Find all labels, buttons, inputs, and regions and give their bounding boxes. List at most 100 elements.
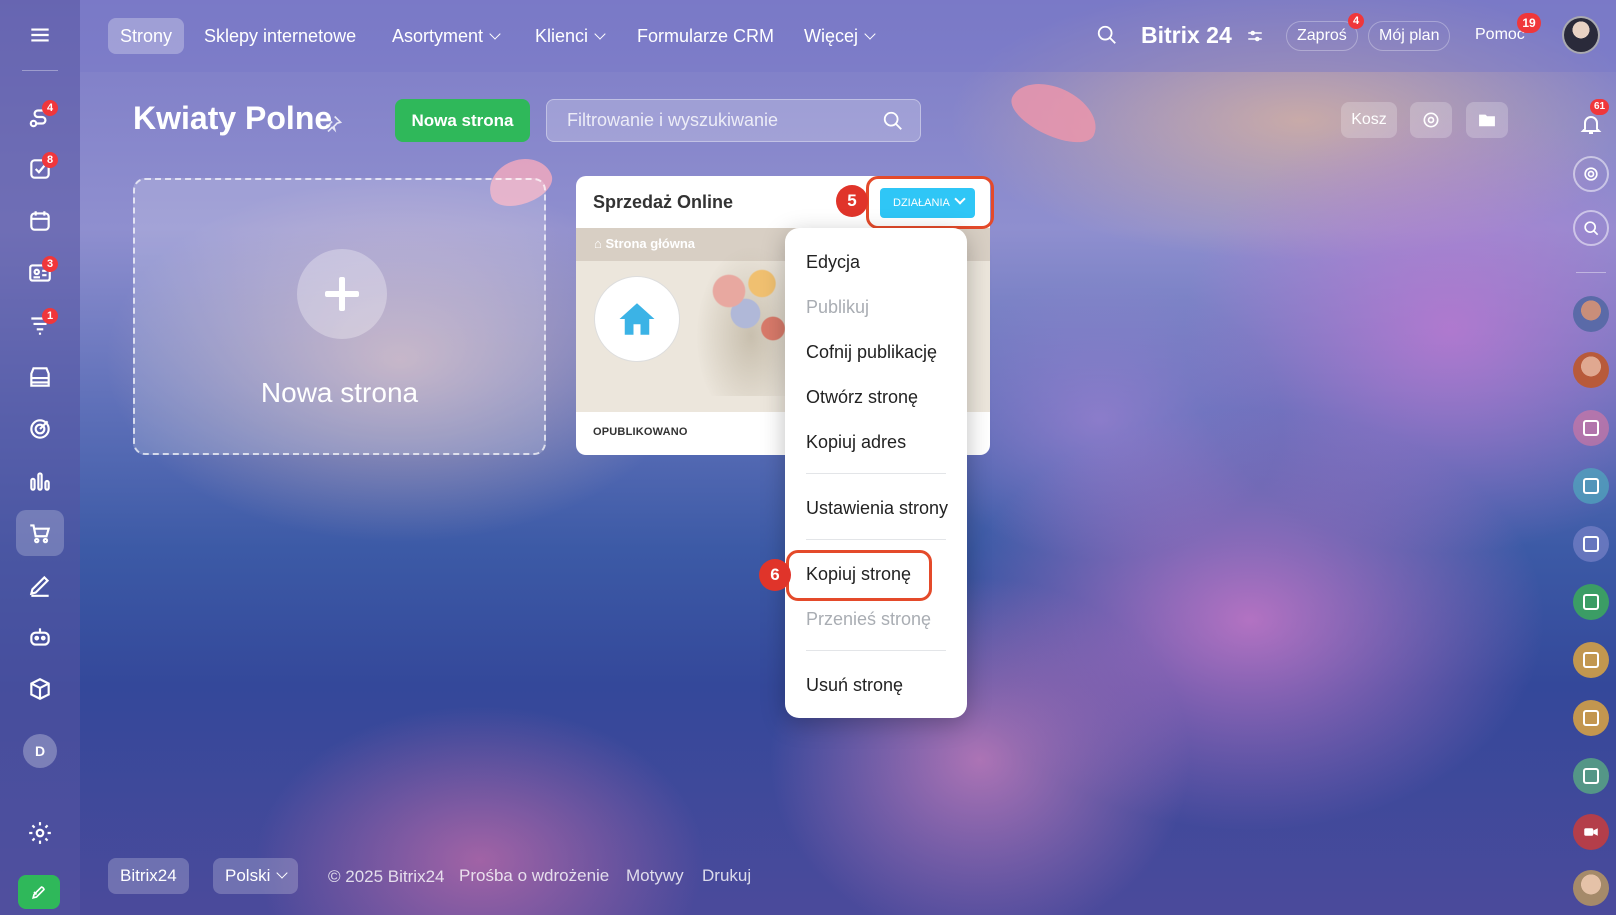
- robot-icon: [30, 628, 50, 646]
- contact-avatar[interactable]: [1573, 870, 1609, 906]
- menu-divider: [806, 650, 946, 651]
- menu-item-delete-page[interactable]: Usuń stronę: [806, 675, 903, 696]
- new-page-button[interactable]: Nowa strona: [395, 99, 530, 142]
- sidebar-item-store[interactable]: [16, 354, 64, 400]
- petal-decoration: [1004, 71, 1106, 153]
- settings-button[interactable]: [1410, 102, 1452, 138]
- plus-vertical: [339, 277, 345, 311]
- sidebar-item-shop[interactable]: [16, 510, 64, 556]
- sidebar-item-market[interactable]: [16, 666, 64, 712]
- sidebar-item-tasks[interactable]: 8: [16, 146, 64, 192]
- contact-avatar[interactable]: [1573, 352, 1609, 388]
- task-chat-button[interactable]: [1573, 526, 1609, 562]
- routes-badge: 4: [42, 100, 58, 116]
- search-input[interactable]: Filtrowanie i wyszukiwanie: [546, 99, 921, 142]
- gear-icon: [1423, 112, 1439, 128]
- sidebar-item-analytics[interactable]: [16, 458, 64, 504]
- copilot-button[interactable]: [1573, 156, 1609, 192]
- nav-label: Strony: [120, 26, 173, 46]
- home-icon: [619, 303, 655, 335]
- sidebar-item-calendar[interactable]: [16, 198, 64, 244]
- global-search-button[interactable]: [1096, 24, 1122, 50]
- sidebar-item-funnel[interactable]: 1: [16, 302, 64, 348]
- task-chat-button[interactable]: [1573, 758, 1609, 794]
- task-chat-button[interactable]: [1573, 700, 1609, 736]
- footer-link-themes[interactable]: Motywy: [626, 866, 684, 886]
- sidebar-item-target[interactable]: [16, 406, 64, 452]
- invite-button[interactable]: Zaproś: [1286, 21, 1358, 51]
- nav-item-asortyment[interactable]: Asortyment: [380, 18, 511, 54]
- calendar-icon: [30, 211, 50, 231]
- store-icon: [30, 367, 50, 387]
- menu-item-open-page[interactable]: Otwórz stronę: [806, 387, 918, 408]
- menu-item-move-page: Przenieś stronę: [806, 609, 932, 629]
- sidebar-item-routes[interactable]: 4: [16, 94, 64, 140]
- hamburger-icon: [31, 28, 49, 42]
- menu-item-edit[interactable]: Edycja: [806, 252, 860, 273]
- search-placeholder: Filtrowanie i wyszukiwanie: [567, 110, 779, 130]
- new-page-card[interactable]: Nowa strona: [133, 178, 546, 455]
- contact-avatar[interactable]: [1573, 296, 1609, 332]
- nav-label: Asortyment: [392, 26, 484, 46]
- language-label: Polski: [225, 866, 271, 885]
- right-sidebar: 61: [1566, 0, 1616, 915]
- sidebar-item-bot[interactable]: [16, 614, 64, 660]
- tasks-badge: 8: [42, 152, 58, 168]
- pin-icon[interactable]: [323, 114, 343, 134]
- menu-item-page-settings[interactable]: Ustawienia strony: [806, 498, 948, 519]
- launch-button[interactable]: [18, 875, 60, 909]
- search-chat-button[interactable]: [1573, 210, 1609, 246]
- menu-divider: [806, 539, 946, 540]
- bar-chart-icon: [30, 472, 50, 491]
- invite-badge: 4: [1348, 13, 1364, 29]
- task-chat-button[interactable]: [1573, 584, 1609, 620]
- user-avatar-initial[interactable]: D: [23, 734, 57, 768]
- menu-item-unpublish[interactable]: Cofnij publikację: [806, 342, 937, 363]
- sidebar-item-sign[interactable]: [16, 562, 64, 608]
- step-marker-6: 6: [759, 559, 791, 591]
- footer-brand-button[interactable]: Bitrix24: [108, 858, 189, 894]
- task-chat-button[interactable]: [1573, 468, 1609, 504]
- nav-item-sklepy[interactable]: Sklepy internetowe: [192, 18, 368, 54]
- preview-tag: ⌂ Strona główna: [594, 236, 695, 251]
- language-select[interactable]: Polski: [213, 858, 299, 894]
- highlight-copy-page-outline: [786, 550, 932, 601]
- notifications-badge: 61: [1590, 99, 1610, 115]
- checkbox-icon: [1583, 420, 1599, 436]
- sidebar-item-settings[interactable]: [16, 810, 64, 856]
- right-sidebar-divider: [1576, 272, 1606, 273]
- task-chat-button[interactable]: [1573, 410, 1609, 446]
- menu-toggle-button[interactable]: [16, 12, 64, 58]
- bitrix-logo[interactable]: Bitrix 24: [1141, 22, 1232, 49]
- search-icon: [883, 111, 902, 130]
- status-label: OPUBLIKOWANO: [593, 426, 688, 438]
- chevron-down-icon: [489, 28, 501, 40]
- nav-item-klienci[interactable]: Klienci: [523, 18, 616, 54]
- logo-settings-button[interactable]: [1246, 27, 1266, 47]
- nav-item-strony[interactable]: Strony: [108, 18, 185, 54]
- video-call-button[interactable]: [1573, 814, 1609, 850]
- trash-button[interactable]: Kosz: [1341, 102, 1397, 138]
- copilot-icon: [1584, 167, 1598, 181]
- help-label: Pomoc: [1475, 26, 1525, 43]
- home-page-badge: [594, 276, 680, 362]
- nav-item-formularze[interactable]: Formularze CRM: [625, 18, 786, 54]
- bell-icon: [1580, 116, 1602, 134]
- nav-label: Sklepy internetowe: [204, 26, 357, 46]
- sidebar-item-crm[interactable]: 3: [16, 250, 64, 296]
- site-card-title[interactable]: Sprzedaż Online: [593, 192, 733, 213]
- add-folder-button[interactable]: [1466, 102, 1508, 138]
- camera-icon: [1584, 828, 1598, 836]
- menu-item-copy-address[interactable]: Kopiuj adres: [806, 432, 906, 453]
- task-chat-button[interactable]: [1573, 642, 1609, 678]
- trash-label: Kosz: [1351, 111, 1387, 128]
- crm-badge: 3: [42, 256, 58, 272]
- footer-link-implementation[interactable]: Prośba o wdrożenie: [459, 866, 609, 886]
- folder-add-icon: [1479, 114, 1495, 127]
- gear-icon: [29, 822, 51, 844]
- plus-icon: [297, 249, 387, 339]
- footer-link-print[interactable]: Drukuj: [702, 866, 751, 886]
- my-plan-button[interactable]: Mój plan: [1368, 21, 1451, 51]
- sliders-icon: [1248, 30, 1262, 42]
- nav-item-wiecej[interactable]: Więcej: [792, 18, 886, 54]
